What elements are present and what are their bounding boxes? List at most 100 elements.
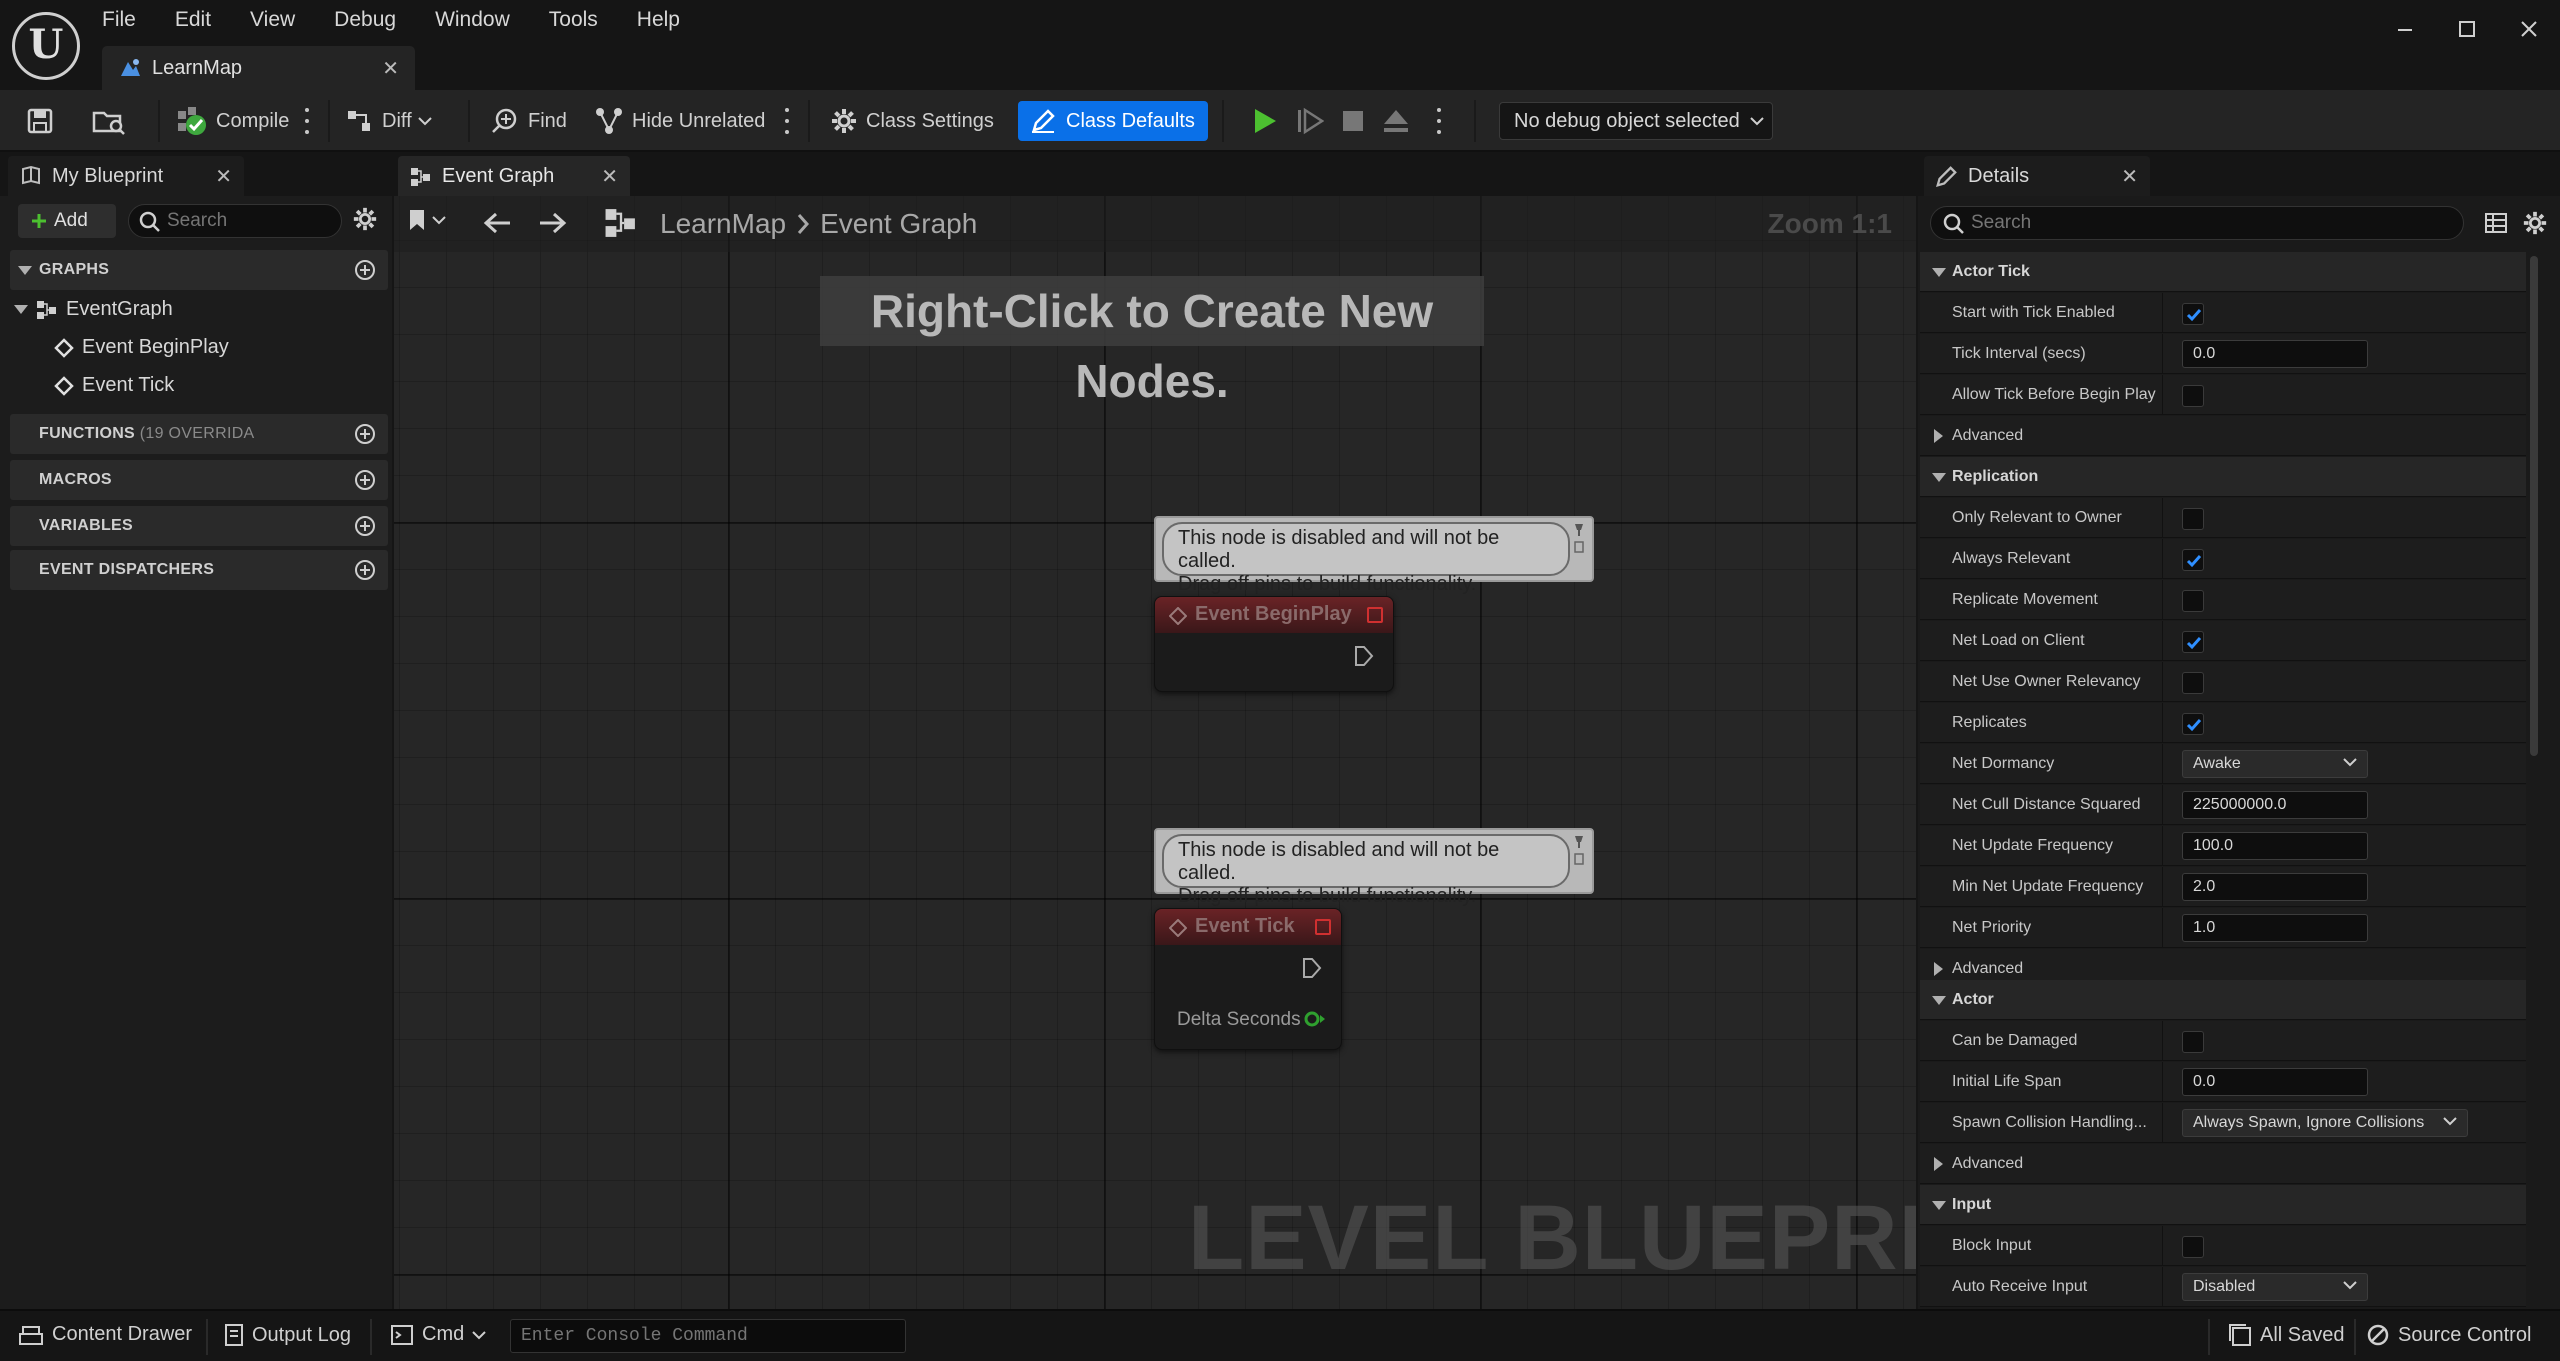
checkbox[interactable] xyxy=(2182,508,2204,530)
checkbox[interactable] xyxy=(2182,590,2204,612)
menu-view[interactable]: View xyxy=(248,8,297,36)
section-graphs[interactable]: GRAPHS xyxy=(10,250,388,290)
checkbox[interactable] xyxy=(2182,1031,2204,1053)
column-divider[interactable] xyxy=(2162,375,2163,415)
graph-canvas[interactable]: LearnMap Event Graph Zoom 1:1 Right-Clic… xyxy=(394,196,1916,1309)
event-graph-tab[interactable]: Event Graph ✕ xyxy=(398,156,630,196)
checkbox[interactable] xyxy=(2182,549,2204,571)
menu-edit[interactable]: Edit xyxy=(173,8,213,36)
details-search-input[interactable] xyxy=(1971,211,2451,235)
float-output-pin[interactable] xyxy=(1303,1009,1327,1029)
property-matrix-icon[interactable] xyxy=(2484,212,2508,234)
advanced-actor[interactable]: Advanced xyxy=(1920,1144,2526,1184)
play-options-button[interactable] xyxy=(1436,108,1442,134)
my-blueprint-search[interactable] xyxy=(128,204,342,238)
column-divider[interactable] xyxy=(2162,744,2163,784)
checkbox[interactable] xyxy=(2182,303,2204,325)
section-variables[interactable]: VARIABLES xyxy=(10,506,388,546)
advanced-actor-tick[interactable]: Advanced xyxy=(1920,416,2526,456)
spawn-collision-dropdown[interactable]: Always Spawn, Ignore Collisions xyxy=(2182,1109,2468,1137)
add-dispatcher-icon[interactable] xyxy=(354,559,376,581)
add-button[interactable]: Add xyxy=(18,204,116,238)
tree-item-event-beginplay[interactable]: Event BeginPlay xyxy=(54,336,229,359)
column-divider[interactable] xyxy=(2162,703,2163,743)
menu-tools[interactable]: Tools xyxy=(547,8,600,36)
category-actor[interactable]: Actor xyxy=(1920,980,2526,1020)
browse-button[interactable] xyxy=(92,103,126,139)
checkbox[interactable] xyxy=(2182,1236,2204,1258)
column-divider[interactable] xyxy=(2162,826,2163,866)
details-scrollbar[interactable] xyxy=(2530,256,2538,756)
column-divider[interactable] xyxy=(2162,1226,2163,1266)
menu-window[interactable]: Window xyxy=(433,8,512,36)
close-icon[interactable]: ✕ xyxy=(382,56,399,81)
category-replication[interactable]: Replication xyxy=(1920,457,2526,497)
close-window-button[interactable] xyxy=(2498,0,2560,58)
my-blueprint-tab[interactable]: My Blueprint ✕ xyxy=(8,156,244,196)
column-divider[interactable] xyxy=(2162,334,2163,374)
forward-arrow-icon[interactable] xyxy=(538,210,568,236)
close-icon[interactable]: ✕ xyxy=(2121,164,2138,189)
menu-help[interactable]: Help xyxy=(635,8,682,36)
close-icon[interactable]: ✕ xyxy=(601,164,618,189)
save-button[interactable] xyxy=(26,103,54,139)
graph-hierarchy-icon[interactable] xyxy=(604,206,638,240)
column-divider[interactable] xyxy=(2162,1021,2163,1061)
column-divider[interactable] xyxy=(2162,908,2163,948)
details-tab[interactable]: Details ✕ xyxy=(1924,156,2150,196)
checkbox[interactable] xyxy=(2182,631,2204,653)
menu-debug[interactable]: Debug xyxy=(332,8,398,36)
column-divider[interactable] xyxy=(2162,1103,2163,1143)
numeric-field[interactable]: 225000000.0 xyxy=(2182,791,2368,819)
column-divider[interactable] xyxy=(2162,1267,2163,1307)
pin-icon[interactable] xyxy=(1572,522,1586,556)
document-tab-learnmap[interactable]: LearnMap ✕ xyxy=(102,46,415,90)
numeric-field[interactable]: 0.0 xyxy=(2182,1068,2368,1096)
content-drawer-button[interactable]: Content Drawer xyxy=(18,1323,192,1346)
hide-unrelated-button[interactable]: Hide Unrelated xyxy=(594,103,765,139)
my-blueprint-settings-icon[interactable] xyxy=(352,206,378,232)
back-arrow-icon[interactable] xyxy=(482,210,512,236)
column-divider[interactable] xyxy=(2162,580,2163,620)
column-divider[interactable] xyxy=(2162,1062,2163,1102)
play-button[interactable] xyxy=(1252,103,1278,139)
column-divider[interactable] xyxy=(2162,539,2163,579)
column-divider[interactable] xyxy=(2162,785,2163,825)
maximize-button[interactable] xyxy=(2436,0,2498,58)
pin-icon[interactable] xyxy=(1572,834,1586,868)
checkbox[interactable] xyxy=(2182,385,2204,407)
tree-item-event-tick[interactable]: Event Tick xyxy=(54,374,174,397)
details-search[interactable] xyxy=(1930,206,2464,240)
category-actor-tick[interactable]: Actor Tick xyxy=(1920,252,2526,292)
section-event-dispatchers[interactable]: EVENT DISPATCHERS xyxy=(10,550,388,590)
stop-button[interactable] xyxy=(1342,103,1364,139)
net-dormancy-dropdown[interactable]: Awake xyxy=(2182,750,2368,778)
section-macros[interactable]: MACROS xyxy=(10,460,388,500)
tree-item-eventgraph[interactable]: EventGraph xyxy=(14,298,173,321)
node-event-beginplay[interactable]: Event BeginPlay xyxy=(1154,596,1394,692)
breadcrumb-event-graph[interactable]: Event Graph xyxy=(820,208,977,240)
disabled-delegate-icon[interactable] xyxy=(1367,607,1383,623)
all-saved-button[interactable]: All Saved xyxy=(2228,1323,2345,1347)
diff-button[interactable]: Diff xyxy=(346,103,432,139)
numeric-field[interactable]: 2.0 xyxy=(2182,873,2368,901)
column-divider[interactable] xyxy=(2162,662,2163,702)
find-button[interactable]: Find xyxy=(490,103,567,139)
unreal-logo[interactable]: U xyxy=(12,12,80,80)
column-divider[interactable] xyxy=(2162,621,2163,661)
step-button[interactable] xyxy=(1296,103,1324,139)
details-settings-icon[interactable] xyxy=(2522,210,2548,236)
node-event-tick[interactable]: Event Tick Delta Seconds xyxy=(1154,908,1342,1050)
numeric-field[interactable]: 0.0 xyxy=(2182,340,2368,368)
console-command-input[interactable] xyxy=(521,1325,891,1347)
close-icon[interactable]: ✕ xyxy=(215,164,232,189)
class-settings-button[interactable]: Class Settings xyxy=(830,103,994,139)
eject-button[interactable] xyxy=(1382,103,1410,139)
output-log-button[interactable]: Output Log xyxy=(224,1323,351,1347)
checkbox[interactable] xyxy=(2182,672,2204,694)
column-divider[interactable] xyxy=(2162,293,2163,333)
menu-file[interactable]: File xyxy=(100,8,138,36)
add-function-icon[interactable] xyxy=(354,423,376,445)
auto-receive-input-dropdown[interactable]: Disabled xyxy=(2182,1273,2368,1301)
numeric-field[interactable]: 100.0 xyxy=(2182,832,2368,860)
